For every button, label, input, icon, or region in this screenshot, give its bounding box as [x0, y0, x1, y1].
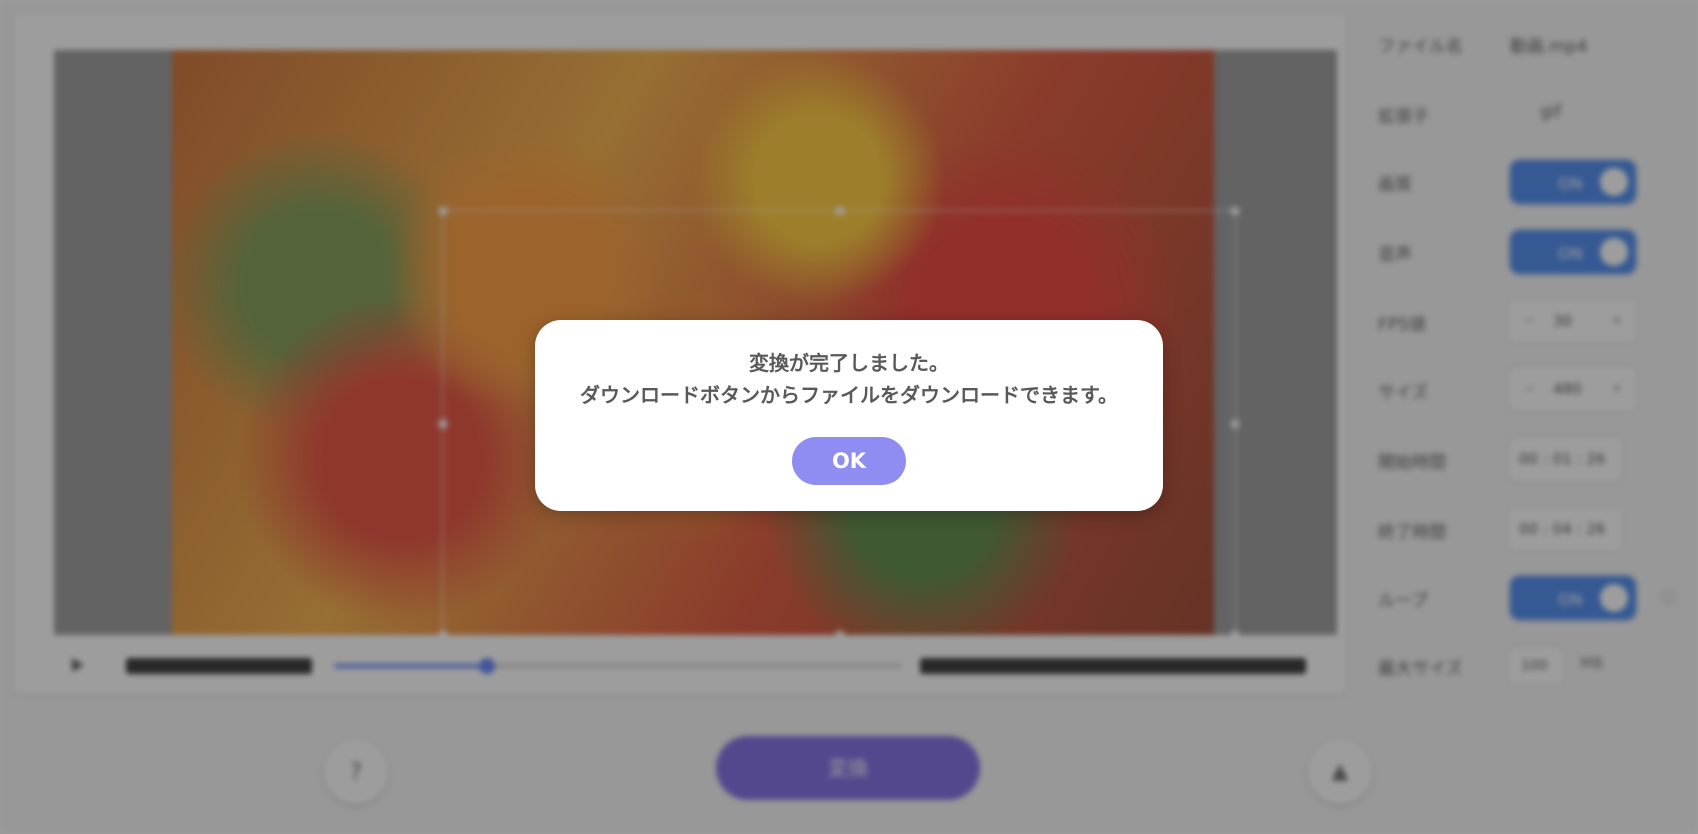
dialog-message-line-2: ダウンロードボタンからファイルをダウンロードできます。 — [580, 383, 1118, 407]
dialog-message-line-1: 変換が完了しました。 — [749, 351, 949, 375]
ok-button[interactable]: OK — [792, 437, 906, 485]
completion-dialog: 変換が完了しました。 ダウンロードボタンからファイルをダウンロードできます。 O… — [535, 320, 1163, 511]
